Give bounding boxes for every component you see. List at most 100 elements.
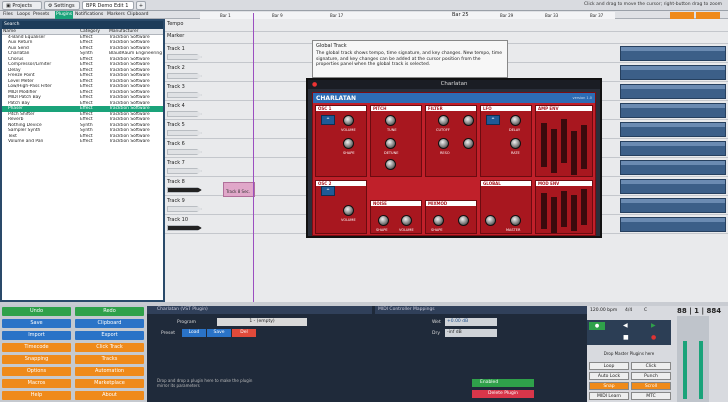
macros-button[interactable]: Macros [2, 379, 71, 388]
snapping-button[interactable]: Snapping [2, 355, 71, 364]
plugin-row[interactable]: Compressor/Limiter Effect Tracktion Softwa… [2, 62, 163, 68]
mixmod-shape-knob[interactable] [433, 215, 444, 226]
filter-key-knob[interactable] [463, 138, 474, 149]
marketplace-button[interactable]: Marketplace [75, 379, 144, 388]
dry-slider[interactable]: -inf dB [445, 329, 497, 337]
track-name-tag[interactable] [167, 206, 202, 212]
import-button[interactable]: Import [2, 331, 71, 340]
plugin-row[interactable]: Aux Return Effect Tracktion Software [2, 40, 163, 46]
export-button[interactable]: Export [75, 331, 144, 340]
track-name-tag[interactable] [167, 225, 202, 231]
preset-delete-button[interactable]: Del [232, 329, 256, 337]
track-name-tag[interactable] [167, 168, 202, 174]
track-name-tag[interactable] [167, 130, 202, 136]
tab-presets[interactable]: Presets [33, 11, 49, 19]
tab-loops[interactable]: Loops [17, 11, 30, 19]
osc2-wave-button[interactable]: ⌃ [321, 186, 335, 196]
track-name-tag[interactable] [167, 73, 202, 79]
redo-button[interactable]: Redo [75, 307, 144, 316]
play-icon[interactable]: ▶ [651, 322, 656, 329]
key-display[interactable]: C [644, 308, 647, 313]
click-toggle[interactable]: Click [631, 362, 671, 370]
audio-clip[interactable] [620, 179, 726, 194]
track-name-tag[interactable] [167, 111, 202, 117]
timecode-button[interactable]: Timecode [2, 343, 71, 352]
timesig-display[interactable]: 4/4 [625, 308, 632, 313]
audio-clip[interactable] [620, 65, 726, 80]
lfo-delay-knob[interactable] [510, 115, 521, 126]
plugin-window-title[interactable]: Charlatan [308, 80, 600, 89]
tab-projects[interactable]: ▣ Projects [2, 1, 42, 10]
global-master-knob[interactable] [510, 215, 521, 226]
pitch-detune-knob[interactable] [385, 138, 396, 149]
click-track-button[interactable]: Click Track [75, 343, 144, 352]
tempo-display[interactable]: 120.00 bpm [590, 308, 617, 313]
close-icon[interactable]: ● [312, 81, 317, 88]
plugin-row[interactable]: Freeze Point Effect Tracktion Software [2, 73, 163, 79]
stop-icon[interactable]: ■ [623, 334, 629, 341]
record-button[interactable]: ● [589, 322, 605, 330]
wet-slider[interactable]: +0.00 dB [445, 318, 497, 326]
filter-env-knob[interactable] [463, 115, 474, 126]
osc2-volume-knob[interactable] [343, 205, 354, 216]
track-name-tag[interactable] [167, 149, 202, 155]
mixmod-volume-knob[interactable] [458, 215, 469, 226]
loop-toggle[interactable]: Loop [589, 362, 629, 370]
envelope-slider[interactable] [551, 197, 557, 233]
tab-files[interactable]: Files [3, 11, 13, 19]
about-button[interactable]: About [75, 391, 144, 400]
program-select[interactable]: 1 - (empty) [217, 318, 307, 326]
envelope-slider[interactable] [551, 129, 557, 173]
pitch-pwheel-knob[interactable] [385, 159, 396, 170]
automation-button[interactable]: Automation [75, 367, 144, 376]
audio-clip[interactable] [620, 217, 726, 232]
new-tab-button[interactable]: + [136, 1, 146, 10]
audio-clip[interactable] [620, 103, 726, 118]
preset-load-button[interactable]: Load [182, 329, 206, 337]
noise-shape-knob[interactable] [378, 215, 389, 226]
lfo-wave-button[interactable]: ⌃ [486, 115, 500, 125]
tab-markers[interactable]: Markers [107, 11, 125, 19]
lfo-rate-knob[interactable] [510, 138, 521, 149]
envelope-slider[interactable] [561, 191, 567, 227]
track-name-tag[interactable] [167, 92, 202, 98]
envelope-slider[interactable] [541, 193, 547, 229]
undo-button[interactable]: Undo [2, 307, 71, 316]
clipboard-button[interactable]: Clipboard [75, 319, 144, 328]
plugin-row[interactable]: Volume and Pan Effect Tracktion Software [2, 139, 163, 145]
filter-reso-knob[interactable] [438, 138, 449, 149]
osc1-shape-knob[interactable] [343, 138, 354, 149]
preset-save-button[interactable]: Save [207, 329, 231, 337]
noise-volume-knob[interactable] [401, 215, 412, 226]
midi-learn-toggle[interactable]: MIDI Learn [589, 392, 629, 400]
track-name-tag[interactable] [167, 187, 202, 193]
rewind-icon[interactable]: ◀ [623, 322, 628, 329]
delete-plugin-button[interactable]: Delete Plugin [472, 390, 534, 398]
midi-clip[interactable]: Track 8 Sec. [223, 182, 255, 197]
enabled-toggle[interactable]: Enabled [472, 379, 534, 387]
snap-toggle[interactable]: Snap [589, 382, 629, 390]
punch-toggle[interactable]: Punch [631, 372, 671, 380]
audio-clip[interactable] [620, 46, 726, 61]
envelope-slider[interactable] [571, 195, 577, 231]
osc1-volume-knob[interactable] [343, 115, 354, 126]
osc1-wave-button[interactable]: ⌃ [321, 115, 335, 125]
envelope-slider[interactable] [561, 119, 567, 163]
help-button[interactable]: Help [2, 391, 71, 400]
plugin-row[interactable]: Low/High-Pass Filter Effect Tracktion Soft… [2, 84, 163, 90]
tab-settings[interactable]: ⚙ Settings [44, 1, 80, 10]
pitch-tune-knob[interactable] [385, 115, 396, 126]
tab-notifications[interactable]: Notifications [75, 11, 103, 19]
tab-edit[interactable]: BPR Demo Edit 1 × [82, 1, 134, 17]
plugin-row[interactable]: MIDI Patch Bay Effect Tracktion Software [2, 95, 163, 101]
tab-plugins[interactable]: Plugins [55, 11, 74, 19]
audio-clip[interactable] [620, 84, 726, 99]
options-button[interactable]: Options [2, 367, 71, 376]
tab-clipboard[interactable]: Clipboard [127, 11, 149, 19]
audio-clip[interactable] [620, 141, 726, 156]
playhead[interactable] [253, 13, 254, 302]
search-bar[interactable]: Search [2, 21, 163, 29]
rec-icon[interactable]: ● [651, 334, 656, 341]
mtc-toggle[interactable]: MTC [631, 392, 671, 400]
save-button[interactable]: Save [2, 319, 71, 328]
